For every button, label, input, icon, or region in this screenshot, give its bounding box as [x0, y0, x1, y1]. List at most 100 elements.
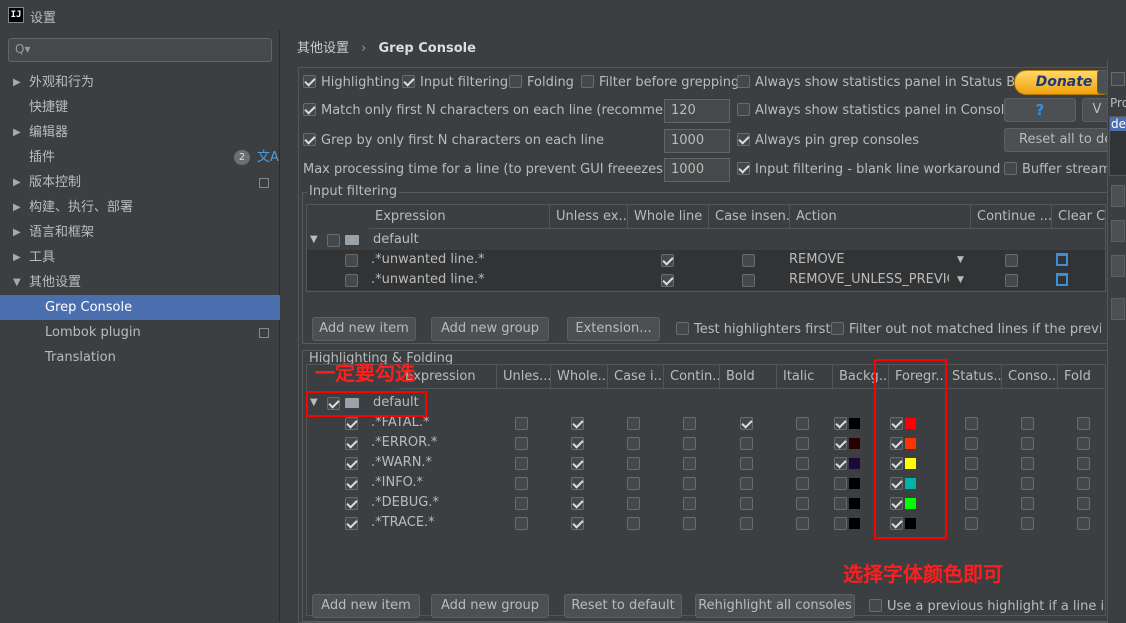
unless-checkbox[interactable] — [515, 417, 528, 430]
whole-line-checkbox[interactable] — [571, 457, 584, 470]
sidebar-item-grep-console[interactable]: Grep Console — [0, 295, 280, 320]
panel-button[interactable] — [1111, 185, 1125, 207]
enabled-checkbox[interactable] — [345, 477, 358, 490]
filter-out-checkbox[interactable]: Filter out not matched lines if the prev… — [831, 321, 1101, 339]
checkbox[interactable] — [869, 599, 882, 612]
column-header[interactable]: Whole... — [551, 365, 608, 389]
background-checkbox[interactable] — [834, 417, 847, 430]
stats-status-bar-checkbox[interactable]: Always show statistics panel in Status B… — [737, 74, 1028, 92]
column-header[interactable]: Clear C — [1052, 205, 1105, 229]
background-color-swatch[interactable] — [849, 518, 860, 529]
case-insensitive-checkbox[interactable] — [742, 254, 755, 267]
unless-checkbox[interactable] — [515, 517, 528, 530]
case-insensitive-checkbox[interactable] — [627, 497, 640, 510]
bold-checkbox[interactable] — [740, 457, 753, 470]
background-checkbox[interactable] — [834, 457, 847, 470]
action-select[interactable]: REMOVE — [789, 250, 845, 270]
enabled-checkbox[interactable] — [345, 517, 358, 530]
column-header[interactable]: Fold — [1058, 365, 1105, 389]
italic-checkbox[interactable] — [796, 477, 809, 490]
add-new-group-button[interactable]: Add new group — [431, 317, 549, 341]
table-row[interactable]: .*WARN.* — [307, 453, 1105, 473]
column-header[interactable]: Italic — [777, 365, 833, 389]
fold-checkbox[interactable] — [1077, 417, 1090, 430]
panel-button[interactable] — [1111, 255, 1125, 277]
sidebar-item-other-settings[interactable]: ▼ 其他设置 — [0, 270, 280, 295]
sidebar-item-languages[interactable]: ▶ 语言和框架 — [0, 220, 280, 245]
bold-checkbox[interactable] — [740, 477, 753, 490]
panel-list[interactable]: de — [1109, 116, 1126, 176]
column-header[interactable]: Action — [790, 205, 971, 229]
reset-to-default-button[interactable]: Reset to default — [564, 594, 682, 618]
continue-checkbox[interactable] — [683, 497, 696, 510]
column-header[interactable]: Case insen... — [709, 205, 790, 229]
unless-checkbox[interactable] — [515, 457, 528, 470]
fold-checkbox[interactable] — [1077, 457, 1090, 470]
fold-checkbox[interactable] — [1077, 517, 1090, 530]
background-color-swatch[interactable] — [849, 478, 860, 489]
checkbox[interactable] — [676, 322, 689, 335]
italic-checkbox[interactable] — [796, 457, 809, 470]
continue-checkbox[interactable] — [683, 457, 696, 470]
background-color-swatch[interactable] — [849, 458, 860, 469]
match-n-field[interactable]: 120 — [664, 99, 730, 123]
console-checkbox[interactable] — [1021, 417, 1034, 430]
input-filtering-checkbox[interactable]: Input filtering — [402, 74, 508, 92]
whole-line-checkbox[interactable] — [571, 417, 584, 430]
table-row[interactable]: .*unwanted line.* REMOVE ▼ — [307, 250, 1105, 270]
table-group-row[interactable]: ▼ default — [307, 230, 1105, 250]
column-header[interactable]: Continue ... — [971, 205, 1052, 229]
status-checkbox[interactable] — [965, 417, 978, 430]
expression-cell[interactable]: .*unwanted line.* — [371, 270, 485, 290]
column-header[interactable]: Unless ex... — [550, 205, 628, 229]
console-checkbox[interactable] — [1021, 497, 1034, 510]
column-header[interactable]: Whole line — [628, 205, 709, 229]
checkbox[interactable] — [737, 103, 750, 116]
filter-before-grepping-checkbox[interactable]: Filter before grepping — [581, 74, 739, 92]
checkbox[interactable] — [737, 162, 750, 175]
unless-checkbox[interactable] — [515, 437, 528, 450]
italic-checkbox[interactable] — [796, 437, 809, 450]
whole-line-checkbox[interactable] — [661, 254, 674, 267]
checkbox[interactable] — [737, 75, 750, 88]
expression-cell[interactable]: .*INFO.* — [371, 473, 423, 493]
italic-checkbox[interactable] — [796, 417, 809, 430]
panel-button[interactable] — [1111, 298, 1125, 320]
column-header[interactable]: Conso... — [1002, 365, 1058, 389]
whole-line-checkbox[interactable] — [661, 274, 674, 287]
background-color-swatch[interactable] — [849, 438, 860, 449]
checkbox[interactable] — [303, 75, 316, 88]
case-insensitive-checkbox[interactable] — [742, 274, 755, 287]
table-row[interactable]: .*INFO.* — [307, 473, 1105, 493]
sidebar-item-keymap[interactable]: 快捷键 — [0, 95, 280, 120]
console-checkbox[interactable] — [1021, 437, 1034, 450]
sidebar-item-editor[interactable]: ▶ 编辑器 — [0, 120, 280, 145]
buffer-stream-checkbox[interactable]: Buffer stream — [1004, 161, 1111, 179]
column-header[interactable]: Case i... — [608, 365, 664, 389]
table-row[interactable]: .*ERROR.* — [307, 433, 1105, 453]
expression-cell[interactable]: .*unwanted line.* — [371, 250, 485, 270]
checkbox[interactable] — [1004, 162, 1017, 175]
checkbox[interactable] — [303, 103, 316, 116]
match-first-n-checkbox[interactable]: Match only first N characters on each li… — [303, 102, 701, 120]
sidebar-item-lombok[interactable]: Lombok plugin — [0, 320, 280, 345]
trash-icon[interactable] — [1056, 253, 1068, 266]
folding-checkbox[interactable]: Folding — [509, 74, 574, 92]
help-button[interactable]: ? — [1004, 98, 1076, 122]
table-row[interactable]: .*DEBUG.* — [307, 493, 1105, 513]
add-new-group-button[interactable]: Add new group — [431, 594, 549, 618]
add-new-item-button[interactable]: Add new item — [312, 317, 416, 341]
italic-checkbox[interactable] — [796, 497, 809, 510]
console-checkbox[interactable] — [1021, 477, 1034, 490]
test-highlighters-first-checkbox[interactable]: Test highlighters first — [676, 321, 831, 339]
checkbox[interactable] — [509, 75, 522, 88]
checkbox[interactable] — [581, 75, 594, 88]
column-header[interactable]: Status... — [946, 365, 1002, 389]
bold-checkbox[interactable] — [740, 497, 753, 510]
unless-checkbox[interactable] — [515, 497, 528, 510]
expression-cell[interactable]: .*DEBUG.* — [371, 493, 439, 513]
background-checkbox[interactable] — [834, 437, 847, 450]
continue-checkbox[interactable] — [683, 517, 696, 530]
continue-checkbox[interactable] — [1005, 254, 1018, 267]
rehighlight-all-button[interactable]: Rehighlight all consoles — [695, 594, 855, 618]
